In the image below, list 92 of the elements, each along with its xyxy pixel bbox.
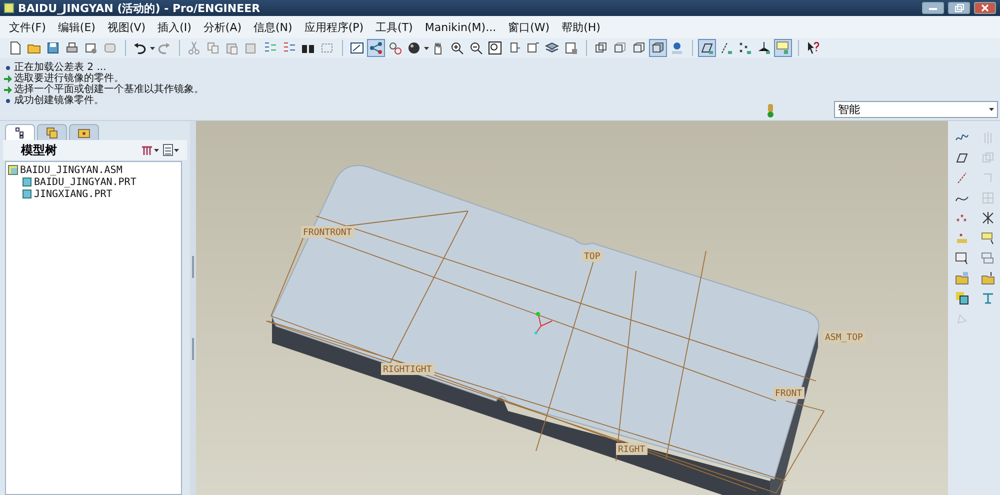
menu-item[interactable]: 插入(I) [152,20,196,34]
t-beam-icon [981,291,995,305]
message-text: 成功创建镜像零件。 [14,95,104,106]
datum-label: FRONT [773,387,804,399]
parallelogram-icon [955,151,969,165]
note-box-icon [981,231,995,245]
datum-point-icon [738,41,752,55]
annotation-icon [776,41,790,55]
datum-label: ASM_TOP [823,331,866,343]
panel-title: 模型树 [21,142,58,158]
menu-item[interactable]: 视图(V) [102,20,151,34]
status-light-icon [767,104,774,118]
filter-dropdown[interactable]: 智能 [834,101,998,118]
shaded-cube-icon [651,41,665,55]
graphics-viewport[interactable]: FRONTRONT TOP RIGHTIGHT ASM_TOP FRONT RIGHT [196,121,948,495]
print-icon [65,41,79,55]
redo-icon [157,41,171,55]
refit-icon [488,41,502,55]
menu-item[interactable]: 信息(N) [248,20,298,34]
window-title: BAIDU_JINGYAN (活动的) - Pro/ENGINEER [18,0,260,16]
minimize-icon [929,6,937,10]
save-icon [46,41,60,55]
datum-label: RIGHTIGHT [381,363,434,375]
dashed-line-icon [955,171,969,185]
datum-label: FRONTRONT [301,226,354,238]
zoom-in-icon [450,41,464,55]
list-icon [163,144,173,156]
menu-item[interactable]: Manikin(M)... [420,20,502,34]
menu-item[interactable]: 应用程序(P) [299,20,369,34]
new-file-icon [8,41,22,55]
restore-button[interactable] [948,2,970,14]
zoom-out-icon [469,41,483,55]
assembly-icon [8,165,18,175]
coordinate-axes-icon [534,312,552,334]
menu-item[interactable]: 工具(T) [370,20,418,34]
menu-item[interactable]: 分析(A) [198,20,247,34]
close-icon [981,4,989,12]
sphere-icon [407,41,421,55]
axes-cross-icon [981,211,995,225]
tree-item[interactable]: JINGXIANG.PRT [34,188,112,200]
datum-plane-icon [700,41,714,55]
datum-label: RIGHT [616,443,648,455]
caret-icon [424,46,429,50]
folder-plus-icon [955,271,969,285]
hidden-line-cube-icon [613,41,627,55]
caret-icon [150,46,155,50]
caret-icon [989,108,994,111]
undo-icon [133,41,147,55]
shaded-cube-button[interactable] [649,39,667,57]
message-text: 选取要进行镜像的零件。 [14,73,124,84]
close-button[interactable] [974,2,996,14]
tree-icon [15,126,25,138]
show-menu-button[interactable] [161,142,181,158]
framed-picture-icon [955,251,969,265]
context-help-icon [806,41,820,55]
tree-item[interactable]: BAIDU_JINGYAN.ASM [20,164,122,176]
grid-icon [981,191,995,205]
message-text: 选择一个平面或创建一个基准以其作镜象。 [14,84,204,95]
menu-item[interactable]: 帮助(H) [556,20,606,34]
menu-item[interactable]: 窗口(W) [503,20,555,34]
folder-icon [78,128,90,138]
datum-plane-button[interactable] [698,39,716,57]
no-hidden-cube-icon [632,41,646,55]
selection-box-icon [320,41,334,55]
stacked-boxes-icon [981,251,995,265]
caret-icon [154,148,159,152]
datum-axis-icon [719,41,733,55]
sketch-icon [350,41,364,55]
cut-icon [187,41,201,55]
layers-icon [46,126,58,138]
app-icon [4,3,14,13]
minimize-button[interactable] [922,2,944,14]
panel-tab[interactable] [5,124,35,140]
copy-icon [206,41,220,55]
datum-display-button[interactable] [367,39,385,57]
menu-item[interactable]: 文件(F) [4,20,51,34]
bullet-icon [4,96,12,104]
layers-icon [545,41,559,55]
caret-icon [174,148,179,152]
message-text: 正在加载公差表 2 ... [14,62,106,73]
datum-display-icon [369,41,383,55]
menu-item[interactable]: 编辑(E) [52,20,100,34]
restore-icon [954,4,964,12]
bullet-icon [4,64,12,72]
tree-item[interactable]: BAIDU_JINGYAN.PRT [34,176,136,188]
coordinate-system-icon [757,41,771,55]
columns-icon [141,144,153,156]
overlap-icon [981,151,995,165]
paste-icon [225,41,239,55]
refit-button[interactable] [486,39,504,57]
datum-label: TOP [582,250,602,262]
wireframe-cube-icon [594,41,608,55]
